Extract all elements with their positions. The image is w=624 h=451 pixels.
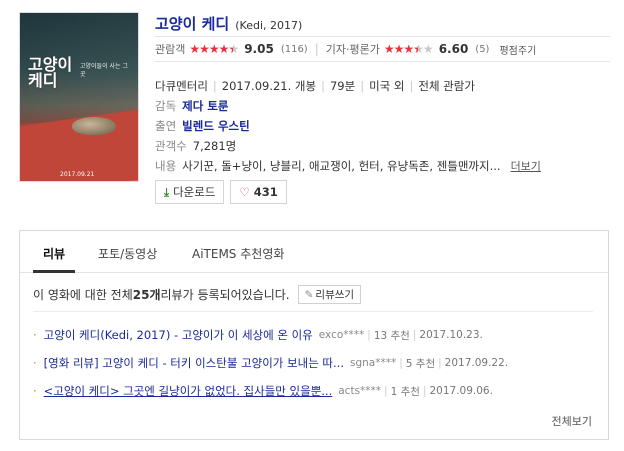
bullet-icon: · xyxy=(33,384,37,398)
bullet-icon: · xyxy=(33,328,37,342)
list-item: · 고양이 케디(Kedi, 2017) - 고양이가 이 세상에 온 이유 e… xyxy=(33,327,483,343)
tab-review[interactable]: 리뷰 xyxy=(43,245,65,262)
rating-divider: | xyxy=(314,42,319,56)
bullet-icon: · xyxy=(33,356,37,370)
list-item: · <고양이 케디> 그곳엔 길냥이가 없었다. 집사들만 있을뿐... act… xyxy=(33,383,493,399)
viewers-label: 관객수 xyxy=(155,139,187,153)
cast-row: 출연 빌렌드 우스틴 xyxy=(155,118,250,134)
pencil-icon: ✎ xyxy=(304,288,314,301)
star-icon: ★ xyxy=(199,42,210,56)
tab-aitems[interactable]: AiTEMS 추천영화 xyxy=(192,245,284,262)
title-row: 고양이 케디 (Kedi, 2017) xyxy=(155,13,302,34)
more-link[interactable]: 더보기 xyxy=(511,160,541,173)
content-row: 내용 사기꾼, 돌+냥이, 냥블리, 애교쟁이, 헌터, 유냥독존, 젠틀맨까지.… xyxy=(155,158,541,174)
evaluate-link[interactable]: 평점주기 xyxy=(499,42,536,57)
review-panel: 리뷰 포토/동영상 AiTEMS 추천영화 이 영화에 대한 전체 25개 리뷰… xyxy=(19,230,609,440)
review-list: · 고양이 케디(Kedi, 2017) - 고양이가 이 세상에 온 이유 e… xyxy=(33,321,598,405)
review-recommend: 13 추천 xyxy=(373,329,410,342)
like-count: 431 xyxy=(253,185,278,199)
review-count: 25개 xyxy=(132,288,161,302)
genre[interactable]: 다큐멘터리 xyxy=(155,79,208,93)
review-author: sgna**** xyxy=(349,357,397,369)
viewers-count: 7,281명 xyxy=(192,139,237,153)
audience-stars: ★★★★★ xyxy=(189,42,239,56)
action-buttons: ⤓ 다운로드 ♡ 431 xyxy=(155,180,287,204)
review-tabs: 리뷰 포토/동영상 AiTEMS 추천영화 xyxy=(20,231,608,273)
download-label: 다운로드 xyxy=(173,185,216,199)
director-label: 감독 xyxy=(155,99,177,113)
download-icon: ⤓ xyxy=(164,184,170,199)
write-review-button[interactable]: ✎ 리뷰쓰기 xyxy=(297,285,362,304)
content-label: 내용 xyxy=(155,159,177,173)
review-date: 2017.10.23. xyxy=(419,329,483,341)
star-icon: ★ xyxy=(393,42,405,56)
cast-label: 출연 xyxy=(155,119,177,133)
review-date: 2017.09.22. xyxy=(444,357,509,369)
poster-title: 고양이 케디 xyxy=(28,55,73,90)
tab-photo-video[interactable]: 포토/동영상 xyxy=(98,245,157,262)
star-icon: ★ xyxy=(218,42,230,56)
content-text: 사기꾼, 돌+냥이, 냥블리, 애교쟁이, 헌터, 유냥독존, 젠틀맨까지... xyxy=(182,159,501,173)
critic-stars: ★★★★★ xyxy=(383,42,434,56)
review-title[interactable]: [영화 리뷰] 고양이 케디 - 터키 이스탄불 고양이가 보내는 따... xyxy=(44,355,344,371)
critic-score: 6.60 xyxy=(438,42,469,56)
poster-date: 2017.09.21 xyxy=(60,171,95,178)
cast-link[interactable]: 빌렌드 우스틴 xyxy=(182,119,249,133)
director-link[interactable]: 제다 토룬 xyxy=(182,99,228,113)
audience-label: 관람객 xyxy=(155,43,186,56)
meta-summary: 다큐멘터리 | 2017.09.21. 개봉 | 79분 | 미국 외 | 전체 관람가 xyxy=(155,79,475,93)
viewers-row: 관객수 7,281명 xyxy=(155,138,236,154)
audience-count: (116) xyxy=(280,43,308,55)
review-title[interactable]: <고양이 케디> 그곳엔 길냥이가 없었다. 집사들만 있을뿐... xyxy=(44,383,333,399)
country[interactable]: 미국 외 xyxy=(369,79,404,93)
age-rating: 전체 관람가 xyxy=(418,79,475,93)
review-author: acts**** xyxy=(338,385,382,397)
star-icon: ★ xyxy=(403,42,414,56)
star-icon: ★ xyxy=(228,42,239,56)
star-icon: ★ xyxy=(383,42,395,56)
like-button[interactable]: ♡ 431 xyxy=(230,180,287,204)
review-title[interactable]: 고양이 케디(Kedi, 2017) - 고양이가 이 세상에 온 이유 xyxy=(44,327,313,343)
poster-cat xyxy=(72,117,116,135)
star-icon: ★ xyxy=(422,42,434,56)
critic-count: (5) xyxy=(475,43,490,55)
review-author: exco**** xyxy=(318,329,365,341)
movie-title[interactable]: 고양이 케디 xyxy=(155,15,229,33)
review-recommend: 1 추천 xyxy=(390,385,420,398)
movie-title-en: (Kedi, 2017) xyxy=(235,19,303,32)
star-icon: ★ xyxy=(189,42,200,56)
review-date: 2017.09.06. xyxy=(429,385,493,397)
review-summary: 이 영화에 대한 전체 25개 리뷰가 등록되어있습니다. ✎ 리뷰쓰기 xyxy=(33,285,362,304)
list-item: · [영화 리뷰] 고양이 케디 - 터키 이스탄불 고양이가 보내는 따...… xyxy=(33,355,509,371)
release-date[interactable]: 2017.09.21. 개봉 xyxy=(222,79,316,93)
download-button[interactable]: ⤓ 다운로드 xyxy=(155,180,225,204)
movie-poster[interactable]: 고양이 케디 고양이들이 사는 그곳 2017.09.21 xyxy=(19,12,139,182)
director-row: 감독 제다 토룬 xyxy=(155,98,229,114)
rating-row: 관람객 ★★★★★ 9.05 (116) | 기자·평론가 ★★★★★ 6.60… xyxy=(155,36,610,62)
critic-label: 기자·평론가 xyxy=(325,43,380,56)
divider xyxy=(33,311,593,312)
heart-icon: ♡ xyxy=(239,185,250,199)
audience-score: 9.05 xyxy=(244,42,274,56)
star-icon: ★ xyxy=(208,42,220,56)
runtime: 79분 xyxy=(329,79,356,93)
active-tab-indicator xyxy=(33,270,75,273)
star-icon: ★ xyxy=(413,42,424,56)
review-recommend: 5 추천 xyxy=(405,357,436,370)
view-all-link[interactable]: 전체보기 xyxy=(552,413,592,429)
poster-tagline: 고양이들이 사는 그곳 xyxy=(80,63,128,78)
